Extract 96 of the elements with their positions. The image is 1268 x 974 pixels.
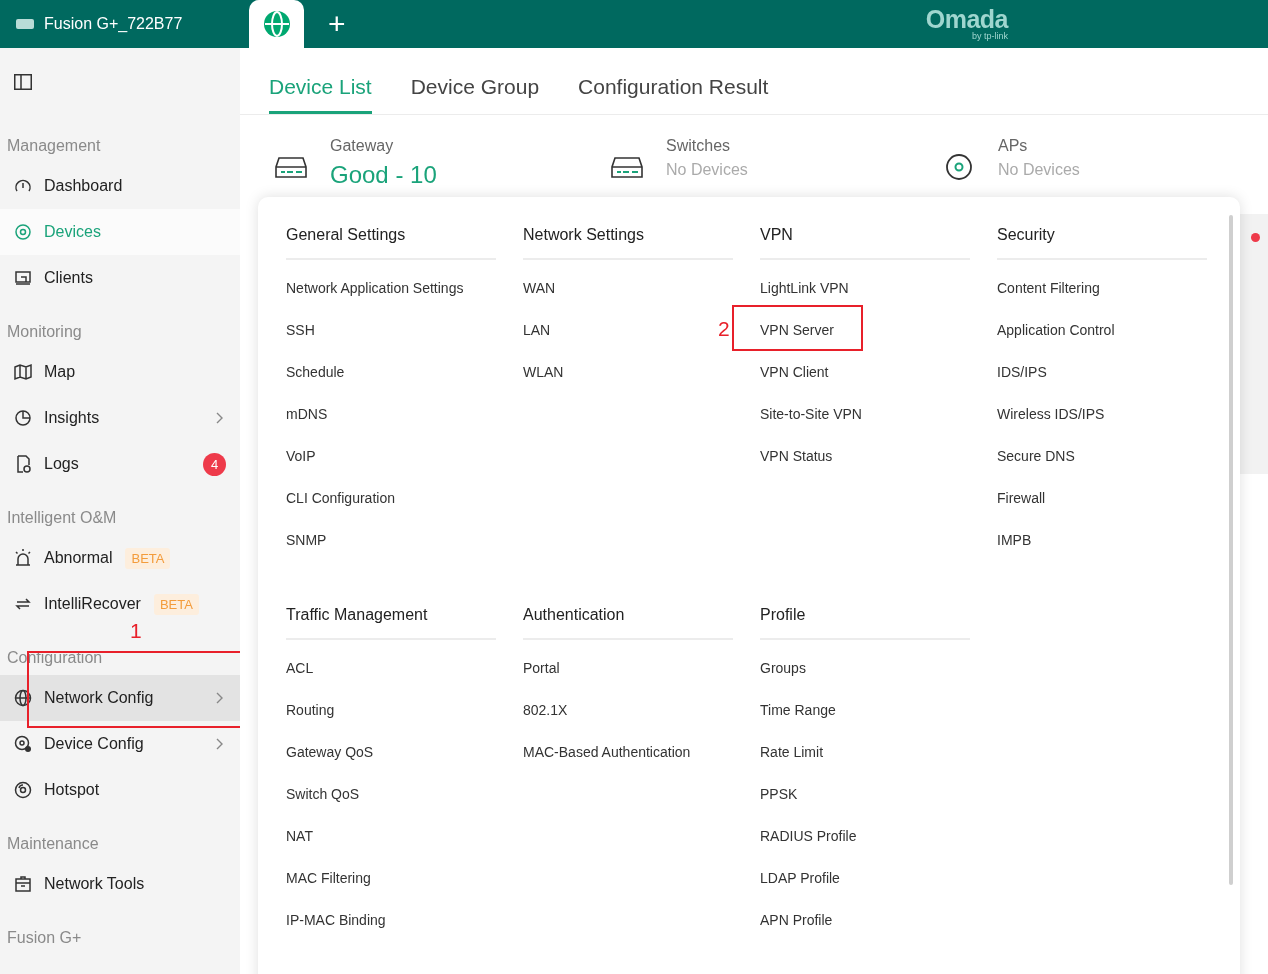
menu-group-heading: Network Settings [523,219,733,260]
tab[interactable]: Configuration Result [578,75,769,114]
menu-item[interactable]: Switch QoS [286,786,360,802]
menu-item[interactable]: Site-to-Site VPN [760,406,862,422]
menu-item[interactable]: SNMP [286,532,327,548]
site-name: Fusion G+_722B77 [44,15,183,33]
menu-item[interactable]: Portal [523,660,560,676]
sidebar-item[interactable]: Network Tools [0,861,240,907]
sidebar-item[interactable]: Logs 4 [0,441,240,487]
globe-icon [13,688,33,708]
menu-item[interactable]: IP-MAC Binding [286,912,386,928]
section-label: Intelligent O&M [7,509,117,526]
stat-title: APs [998,137,1029,155]
scrollbar[interactable] [1229,215,1233,885]
section-label: Monitoring [7,323,82,340]
menu-item[interactable]: VoIP [286,448,316,464]
section-label: Fusion G+ [7,929,82,946]
menu-item[interactable]: PPSK [760,786,798,802]
menu-item[interactable]: MAC-Based Authentication [523,744,691,760]
gear-search-icon [13,734,33,754]
section-label: Management [7,137,101,154]
stat-title: Gateway [330,137,395,155]
menu-item[interactable]: Groups [760,660,806,676]
menu-item[interactable]: Network Application Settings [286,280,464,296]
menu-item[interactable]: ACL [286,660,314,676]
stat-title: Switches [666,137,732,155]
menu-item[interactable]: Application Control [997,322,1115,338]
stat-value: No Devices [998,161,1080,179]
menu-item[interactable]: IDS/IPS [997,364,1047,380]
tab[interactable]: Device Group [410,75,540,114]
count-badge: 4 [203,452,226,476]
menu-item[interactable]: RADIUS Profile [760,828,857,844]
gateway-icon [274,154,308,180]
logo: Omada [925,7,1008,32]
menu-item[interactable]: 802.1X [523,702,568,718]
stat-value: Good - 10 [330,161,437,189]
sidebar-item[interactable]: Clients [0,255,240,301]
menu-group-heading: Profile [760,599,970,640]
devices-icon [13,222,33,242]
annotation-number: 1 [130,619,142,643]
toolbox-icon [13,874,33,894]
sidebar-item[interactable]: Abnormal BETA [0,535,240,581]
menu-item[interactable]: Rate Limit [760,744,824,760]
menu-group-heading: General Settings [286,219,496,260]
alarm-light-icon [13,548,33,568]
menu-group-heading: Security [997,219,1207,260]
sidebar-item[interactable]: Dashboard [0,163,240,209]
sidebar-toggle-icon[interactable] [14,73,32,90]
menu-item[interactable]: VPN Status [760,448,833,464]
sidebar-item[interactable]: Map [0,349,240,395]
stat-value: No Devices [666,161,748,179]
beta-tag: BETA [125,547,171,569]
menu-item[interactable]: VPN Client [760,364,829,380]
menu-item[interactable]: Routing [286,702,335,718]
menu-item[interactable]: SSH [286,322,315,338]
menu-item[interactable]: WLAN [523,364,564,380]
menu-item[interactable]: CLI Configuration [286,490,395,506]
map-icon [13,362,33,382]
menu-item[interactable]: mDNS [286,406,328,422]
sidebar-item[interactable]: Hotspot [0,767,240,813]
switch-icon [610,154,644,180]
menu-item[interactable]: IMPB [997,532,1032,548]
hotspot-icon [13,780,33,800]
menu-item[interactable]: WAN [523,280,556,296]
menu-item[interactable]: VPN Server [760,322,834,338]
menu-item[interactable]: LDAP Profile [760,870,840,886]
menu-item[interactable]: APN Profile [760,912,833,928]
menu-item[interactable]: Firewall [997,490,1046,506]
sidebar-item[interactable]: Device Config [0,721,240,767]
menu-group-heading: Authentication [523,599,733,640]
status-dot [1251,233,1260,242]
device-icon [16,19,34,29]
sidebar-item[interactable]: Insights [0,395,240,441]
menu-item[interactable]: MAC Filtering [286,870,371,886]
menu-group-heading: Traffic Management [286,599,496,640]
globe-tab[interactable] [249,0,304,48]
menu-item[interactable]: Wireless IDS/IPS [997,406,1105,422]
site-tab[interactable]: Fusion G+_722B77 [0,0,249,48]
sidebar-item[interactable]: Network Config [0,675,240,721]
menu-item[interactable]: Secure DNS [997,448,1075,464]
clients-icon [13,268,33,288]
menu-item[interactable]: Gateway QoS [286,744,374,760]
menu-item[interactable]: NAT [286,828,313,844]
annotation-number: 2 [718,317,730,341]
menu-item[interactable]: Content Filtering [997,280,1100,296]
add-tab-button[interactable]: + [304,0,370,48]
globe-icon [263,11,290,37]
menu-group-heading: VPN [760,219,970,260]
menu-item[interactable]: LightLink VPN [760,280,849,296]
menu-item[interactable]: Schedule [286,364,345,380]
menu-item[interactable]: Time Range [760,702,836,718]
beta-tag: BETA [153,593,199,615]
logo-subtitle: by tp-link [972,32,1008,41]
pie-chart-icon [13,408,33,428]
section-label: Maintenance [7,835,99,852]
menu-item[interactable]: LAN [523,322,551,338]
